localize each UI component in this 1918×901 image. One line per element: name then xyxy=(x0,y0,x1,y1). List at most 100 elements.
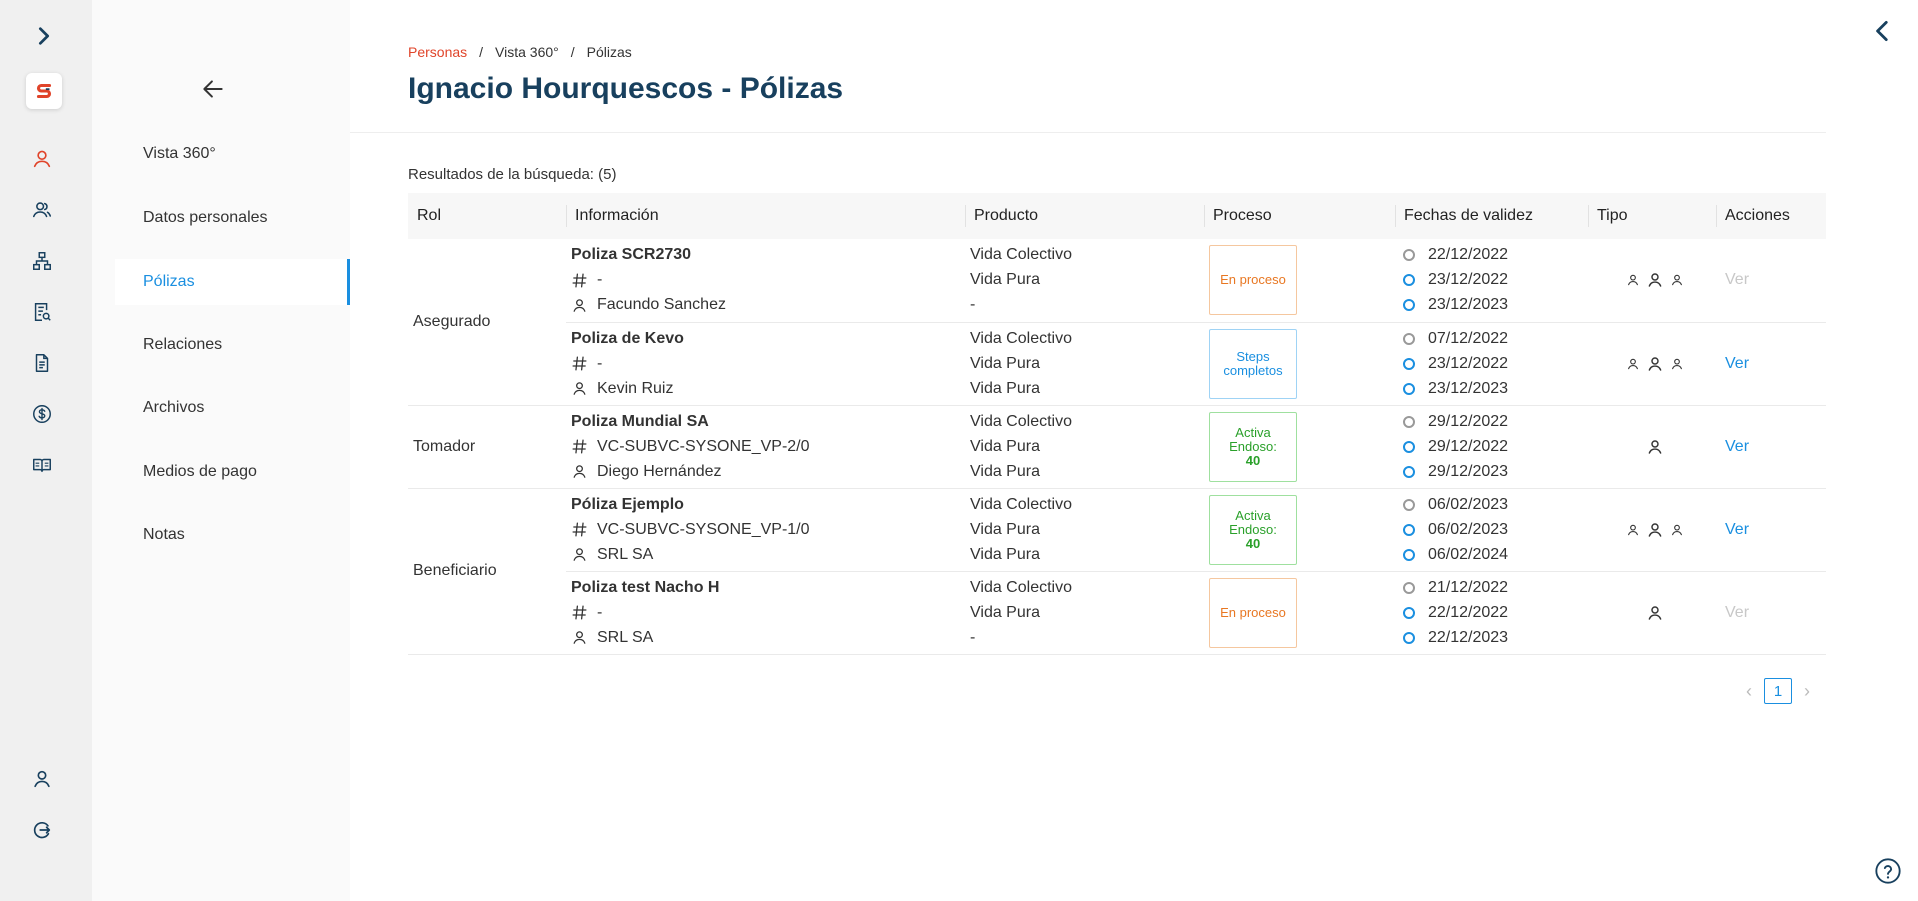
date-value: 29/12/2022 xyxy=(1428,437,1509,455)
person-icon[interactable] xyxy=(26,143,58,175)
person-icon xyxy=(573,382,586,395)
header-tipo: Tipo xyxy=(1588,193,1716,239)
icon-rail xyxy=(0,0,92,901)
dates-cell: 06/02/2023 06/02/2023 06/02/2024 xyxy=(1395,488,1588,572)
main-content: Personas / Vista 360° / Pólizas Ignacio Hour… xyxy=(350,0,1918,901)
product-line: Vida Pura xyxy=(970,379,1040,397)
timeline-dot xyxy=(1403,440,1415,453)
book-icon[interactable] xyxy=(26,449,58,481)
nav-item-vista-360[interactable]: Vista 360° xyxy=(115,131,350,177)
process-status: En proceso xyxy=(1220,604,1286,620)
table-row: Poliza test Nacho H - SRL SA Vida Colectivo… xyxy=(408,571,1826,655)
info-cell: Póliza Ejemplo VC-SUBVC-SYSONE_VP-1/0 SRL … xyxy=(566,488,965,572)
ver-link[interactable]: Ver xyxy=(1721,438,1749,455)
nav-item-relaciones[interactable]: Relaciones xyxy=(115,322,350,368)
person-type-icon xyxy=(1627,275,1638,286)
info-cell: Poliza Mundial SA VC-SUBVC-SYSONE_VP-2/0 D… xyxy=(566,405,965,489)
hash-icon xyxy=(572,605,587,620)
date-value: 23/12/2022 xyxy=(1428,271,1509,289)
user-icon[interactable] xyxy=(26,763,58,795)
nav-item-polizas[interactable]: Pólizas xyxy=(115,259,350,305)
policies-table: Rol Información Producto Proceso Fechas … xyxy=(408,193,1826,655)
timeline-dot xyxy=(1403,465,1415,478)
tipo-cell xyxy=(1588,488,1716,572)
ver-link[interactable]: Ver xyxy=(1721,521,1749,538)
process-cell: Steps completos xyxy=(1204,322,1395,406)
ver-link: Ver xyxy=(1725,603,1750,621)
process-badge: En proceso xyxy=(1209,577,1297,648)
next-page-icon[interactable]: › xyxy=(1804,681,1810,702)
product-line: Vida Colectivo xyxy=(970,495,1072,513)
timeline-dot xyxy=(1403,523,1415,536)
tipo-cell xyxy=(1588,322,1716,406)
product-line: Vida Pura xyxy=(970,603,1040,621)
timeline-dot xyxy=(1403,606,1415,619)
endoso-label: Endoso: xyxy=(1229,521,1277,537)
policy-code: - xyxy=(597,354,603,372)
person-type-icon xyxy=(1648,439,1661,454)
prev-page-icon[interactable]: ‹ xyxy=(1746,681,1752,702)
date-value: 06/02/2024 xyxy=(1428,545,1509,563)
breadcrumb-vista-360[interactable]: Vista 360° xyxy=(495,44,559,60)
tipo-cell xyxy=(1588,571,1716,655)
timeline-dot xyxy=(1403,357,1415,370)
product-cell: Vida Colectivo Vida Pura Vida Pura xyxy=(965,405,1204,489)
process-badge: Activa Endoso: 40 xyxy=(1209,494,1297,565)
chevron-left-icon[interactable] xyxy=(1870,18,1896,44)
table-row: Beneficiario Póliza Ejemplo VC-SUBVC-SYSON… xyxy=(408,488,1826,655)
hierarchy-icon[interactable] xyxy=(26,245,58,277)
header-acciones: Acciones xyxy=(1716,193,1826,239)
breadcrumb-personas[interactable]: Personas xyxy=(408,44,467,60)
document-icon[interactable] xyxy=(26,347,58,379)
actions-cell: Ver xyxy=(1716,322,1826,406)
timeline-dot xyxy=(1403,581,1415,594)
timeline-dot xyxy=(1403,249,1415,262)
policy-name: Poliza Mundial SA xyxy=(571,412,709,430)
tipo-cell xyxy=(1588,239,1716,323)
page-1-button[interactable]: 1 xyxy=(1764,678,1792,704)
logout-icon[interactable] xyxy=(26,814,58,846)
person-type-icon xyxy=(1627,358,1638,369)
policy-name: Poliza SCR2730 xyxy=(571,246,692,264)
app-logo[interactable] xyxy=(26,73,62,109)
timeline-dot xyxy=(1403,415,1415,428)
date-value: 07/12/2022 xyxy=(1428,329,1509,347)
info-cell: Poliza test Nacho H - SRL SA xyxy=(566,571,965,655)
secondary-nav: Vista 360° Datos personales Pólizas Rela… xyxy=(92,0,350,901)
info-cell: Poliza SCR2730 - Facundo Sanchez xyxy=(566,239,965,323)
nav-item-medios-de-pago[interactable]: Medios de pago xyxy=(115,449,350,495)
logo-icon xyxy=(36,83,52,99)
person-icon xyxy=(573,298,586,312)
product-line: Vida Colectivo xyxy=(970,246,1072,264)
hash-icon xyxy=(572,356,587,371)
product-line: Vida Pura xyxy=(970,545,1040,563)
nav-item-notas[interactable]: Notas xyxy=(115,512,350,558)
date-value: 29/12/2022 xyxy=(1428,412,1509,430)
tipo-cell xyxy=(1588,405,1716,489)
help-icon[interactable] xyxy=(1874,857,1902,885)
nav-item-datos-personales[interactable]: Datos personales xyxy=(115,195,350,241)
person-type-icon xyxy=(1671,524,1682,535)
ver-link[interactable]: Ver xyxy=(1721,355,1749,372)
nav-item-archivos[interactable]: Archivos xyxy=(115,385,350,431)
document-search-icon[interactable] xyxy=(26,296,58,328)
timeline-dot xyxy=(1403,382,1415,395)
ver-link: Ver xyxy=(1725,271,1750,289)
dollar-icon[interactable] xyxy=(26,398,58,430)
policy-code: - xyxy=(597,271,603,289)
product-line: - xyxy=(970,296,976,314)
chevron-right-icon[interactable] xyxy=(28,20,60,52)
date-value: 23/12/2023 xyxy=(1428,379,1509,397)
policy-person: Diego Hernández xyxy=(597,462,722,480)
table-row: Tomador Poliza Mundial SA VC-SUBVC-SYSONE_… xyxy=(408,405,1826,489)
product-line: - xyxy=(970,628,976,646)
date-value: 06/02/2023 xyxy=(1428,520,1509,538)
page-title: Ignacio Hourquescos - Pólizas xyxy=(408,72,844,105)
people-icon[interactable] xyxy=(26,194,58,226)
product-line: Vida Colectivo xyxy=(970,578,1072,596)
person-icon xyxy=(573,631,586,644)
date-value: 29/12/2023 xyxy=(1428,462,1509,480)
actions-cell: Ver xyxy=(1716,239,1826,323)
product-line: Vida Pura xyxy=(970,354,1040,372)
arrow-left-icon[interactable] xyxy=(200,76,226,102)
